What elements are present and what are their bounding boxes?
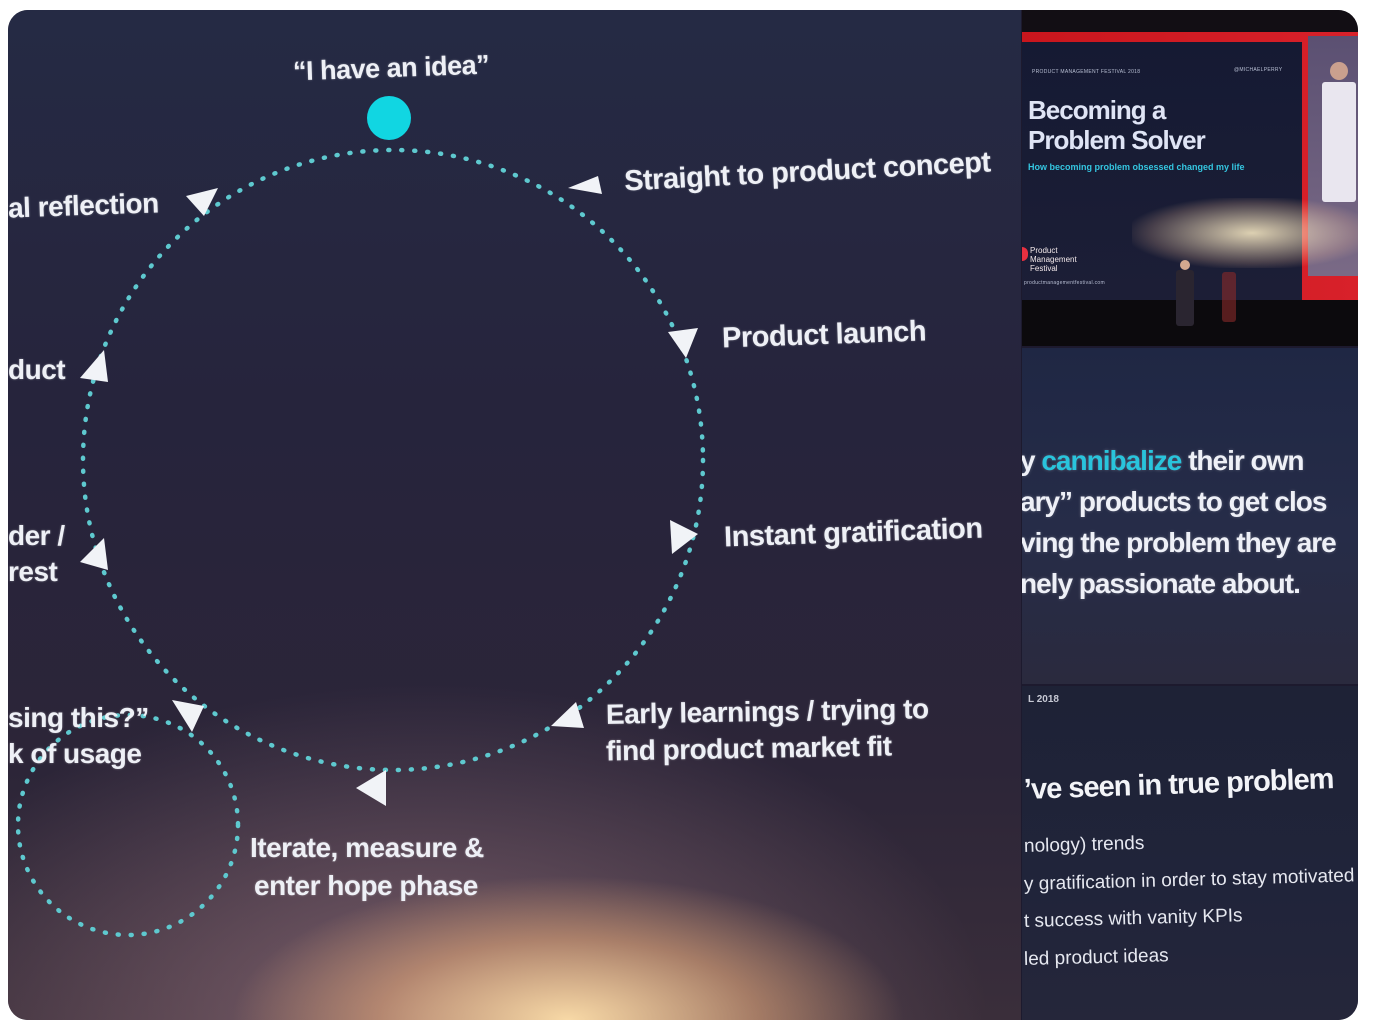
arrow-iterate [356, 770, 386, 806]
festival-website: productmanagementfestival.com [1024, 280, 1105, 286]
start-dot [367, 96, 411, 140]
stage-light-glare [1132, 198, 1358, 268]
speaker-video-head [1330, 62, 1348, 80]
arrow-straight-to-concept [568, 176, 602, 194]
arrow-wonder [80, 538, 108, 570]
festival-name-line2: Management [1030, 255, 1077, 264]
label-early-learnings-line1: Early learnings / trying to [605, 693, 929, 730]
list-item-3: t success with vanity KPIs [1023, 905, 1243, 932]
label-idea: “I have an idea” [292, 49, 490, 87]
speaker-figure [1176, 270, 1194, 326]
arrow-product [80, 350, 108, 382]
speaker-handle: @MICHAELPERRY [1234, 67, 1283, 73]
quote-line1-end: their own [1181, 445, 1304, 476]
label-wonder-line2: rest [8, 556, 58, 587]
speaker-head [1180, 260, 1190, 270]
festival-name-line3: Festival [1030, 264, 1058, 273]
arrow-product-launch [668, 328, 698, 358]
quote-line1: y cannibalize their own [1022, 440, 1358, 481]
quote-line4: nely passionate about. [1022, 568, 1301, 599]
list-item-1: nology) trends [1023, 832, 1145, 857]
quote-accent-word: cannibalize [1041, 445, 1182, 476]
quote-line3: ving the problem they are [1022, 527, 1337, 558]
festival-logo-mark [1022, 247, 1028, 261]
quote-line2: ary” products to get clos [1022, 486, 1327, 517]
label-using-line1: sing this?” [8, 702, 149, 733]
main-cycle-circle [80, 147, 706, 773]
arrow-using-this [172, 700, 204, 732]
quote-line1-start: y [1022, 445, 1042, 476]
speaker-video-body [1322, 82, 1356, 202]
cycle-diagram-photo[interactable]: “I have an idea” Straight to product con… [8, 10, 1021, 1020]
list-slide-top-label: L 2018 [1028, 694, 1059, 705]
slide-title-line2: Problem Solver [1028, 125, 1206, 155]
label-product: duct [8, 354, 66, 385]
stage-photo[interactable]: PRODUCT MANAGEMENT FESTIVAL 2018 @MICHAE… [1022, 10, 1358, 346]
photo-collage: “I have an idea” Straight to product con… [8, 10, 1358, 1020]
list-item-2: y gratification in order to stay motivat… [1023, 865, 1355, 895]
label-early-learnings-line2: find product market fit [605, 730, 892, 767]
label-using-line2: k of usage [8, 738, 142, 769]
arrow-reflection [186, 188, 218, 216]
list-slide-heading: ’ve seen in true problem [1023, 763, 1334, 806]
label-product-launch: Product launch [721, 315, 927, 355]
quote-photo[interactable]: y cannibalize their own ary” products to… [1022, 348, 1358, 684]
list-item-4: led product ideas [1023, 945, 1169, 970]
festival-name-line1: Product [1030, 246, 1058, 255]
festival-top-label: PRODUCT MANAGEMENT FESTIVAL 2018 [1032, 69, 1141, 75]
label-iterate-line1: Iterate, measure & [250, 832, 484, 863]
slide-subtitle: How becoming problem obsessed changed my… [1028, 162, 1245, 172]
slide-title-line1: Becoming a [1028, 95, 1166, 125]
list-photo[interactable]: L 2018 ’ve seen in true problem nology) … [1022, 686, 1358, 1020]
label-wonder-line1: der / [8, 520, 65, 551]
speaker-shadow [1222, 272, 1236, 322]
label-iterate-line2: enter hope phase [254, 870, 478, 901]
label-reflection: al reflection [8, 187, 160, 224]
